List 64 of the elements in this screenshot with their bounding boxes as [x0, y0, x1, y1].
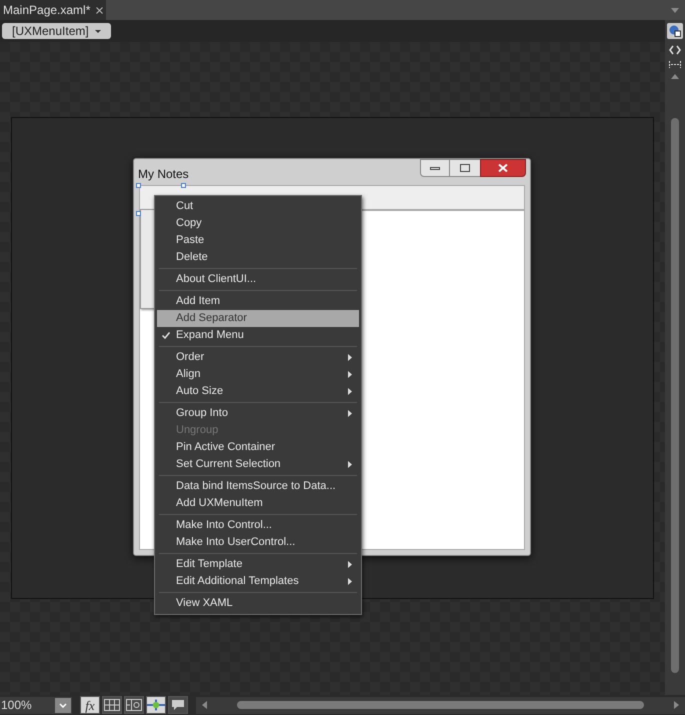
speech-bubble-icon — [171, 699, 185, 711]
menu-item[interactable]: Set Current Selection — [157, 456, 359, 473]
tab-list-arrow-icon[interactable] — [671, 8, 679, 12]
submenu-arrow-icon — [348, 461, 352, 468]
document-tab[interactable]: MainPage.xaml* — [0, 0, 106, 20]
pan-icon — [669, 25, 681, 37]
grid-icon — [104, 699, 120, 711]
scroll-left-arrow-icon[interactable] — [202, 701, 207, 709]
snap-icon — [147, 699, 165, 711]
menu-item[interactable]: Add Item — [157, 293, 359, 310]
submenu-arrow-icon — [348, 388, 352, 395]
snap-toggle[interactable] — [146, 696, 166, 714]
menu-item[interactable]: Expand Menu — [157, 327, 359, 344]
selection-handle[interactable] — [181, 183, 186, 188]
submenu-arrow-icon — [348, 371, 352, 378]
breadcrumb-dropdown[interactable]: [UXMenuItem] — [2, 23, 111, 39]
menu-item[interactable]: Make Into UserControl... — [157, 534, 359, 551]
grid-snap-icon — [126, 699, 142, 711]
submenu-arrow-icon — [348, 561, 352, 568]
menu-item[interactable]: Make Into Control... — [157, 517, 359, 534]
pan-tool-button[interactable] — [667, 23, 683, 39]
menu-item[interactable]: Copy — [157, 215, 359, 232]
minimize-button[interactable] — [420, 159, 450, 177]
close-icon[interactable] — [96, 6, 104, 14]
caret-icon — [94, 30, 101, 32]
menu-item[interactable]: Edit Template — [157, 556, 359, 573]
window-title: My Notes — [138, 166, 189, 183]
scrollbar-thumb[interactable] — [237, 701, 644, 709]
annotation-toggle[interactable] — [168, 696, 188, 714]
close-button[interactable] — [480, 159, 526, 177]
menu-item[interactable]: Add Separator — [157, 310, 359, 327]
submenu-arrow-icon — [348, 410, 352, 417]
zoom-field[interactable]: 100% — [0, 696, 72, 714]
menu-item[interactable]: Delete — [157, 249, 359, 266]
scrollbar-thumb[interactable] — [671, 118, 679, 673]
submenu-arrow-icon — [348, 354, 352, 361]
scroll-up-arrow-icon[interactable] — [671, 74, 679, 79]
scroll-right-arrow-icon[interactable] — [674, 701, 679, 709]
split-view-icon[interactable] — [669, 61, 681, 68]
menu-item[interactable]: Auto Size — [157, 383, 359, 400]
menu-item[interactable]: Paste — [157, 232, 359, 249]
selection-handle[interactable] — [136, 211, 141, 216]
checkmark-icon — [162, 332, 170, 339]
menu-item[interactable]: Pin Active Container — [157, 439, 359, 456]
zoom-dropdown[interactable] — [55, 698, 71, 712]
submenu-arrow-icon — [348, 578, 352, 585]
chevron-icon — [59, 702, 67, 708]
menu-item[interactable]: Add UXMenuItem — [157, 495, 359, 512]
maximize-button[interactable] — [450, 159, 480, 177]
menu-item[interactable]: View XAML — [157, 595, 359, 612]
menu-item[interactable]: Align — [157, 366, 359, 383]
tab-label: MainPage.xaml* — [3, 2, 90, 19]
menu-item[interactable]: Order — [157, 349, 359, 366]
menu-item[interactable]: About ClientUI... — [157, 271, 359, 288]
fx-toggle[interactable]: fx — [80, 696, 100, 714]
grid-snap-toggle[interactable] — [124, 696, 144, 714]
close-icon — [498, 164, 508, 172]
menu-item[interactable]: Cut — [157, 198, 359, 215]
menu-item[interactable]: Group Into — [157, 405, 359, 422]
code-icon[interactable] — [669, 45, 681, 55]
grid-toggle[interactable] — [102, 696, 122, 714]
menu-item[interactable]: Edit Additional Templates — [157, 573, 359, 590]
menu-item[interactable]: Data bind ItemsSource to Data... — [157, 478, 359, 495]
selection-handle[interactable] — [136, 183, 141, 188]
